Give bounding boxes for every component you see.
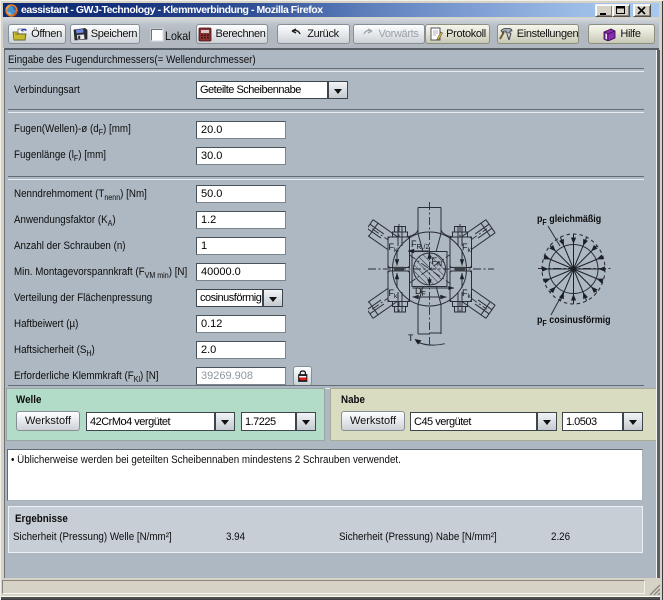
svg-text:T: T	[408, 333, 414, 343]
